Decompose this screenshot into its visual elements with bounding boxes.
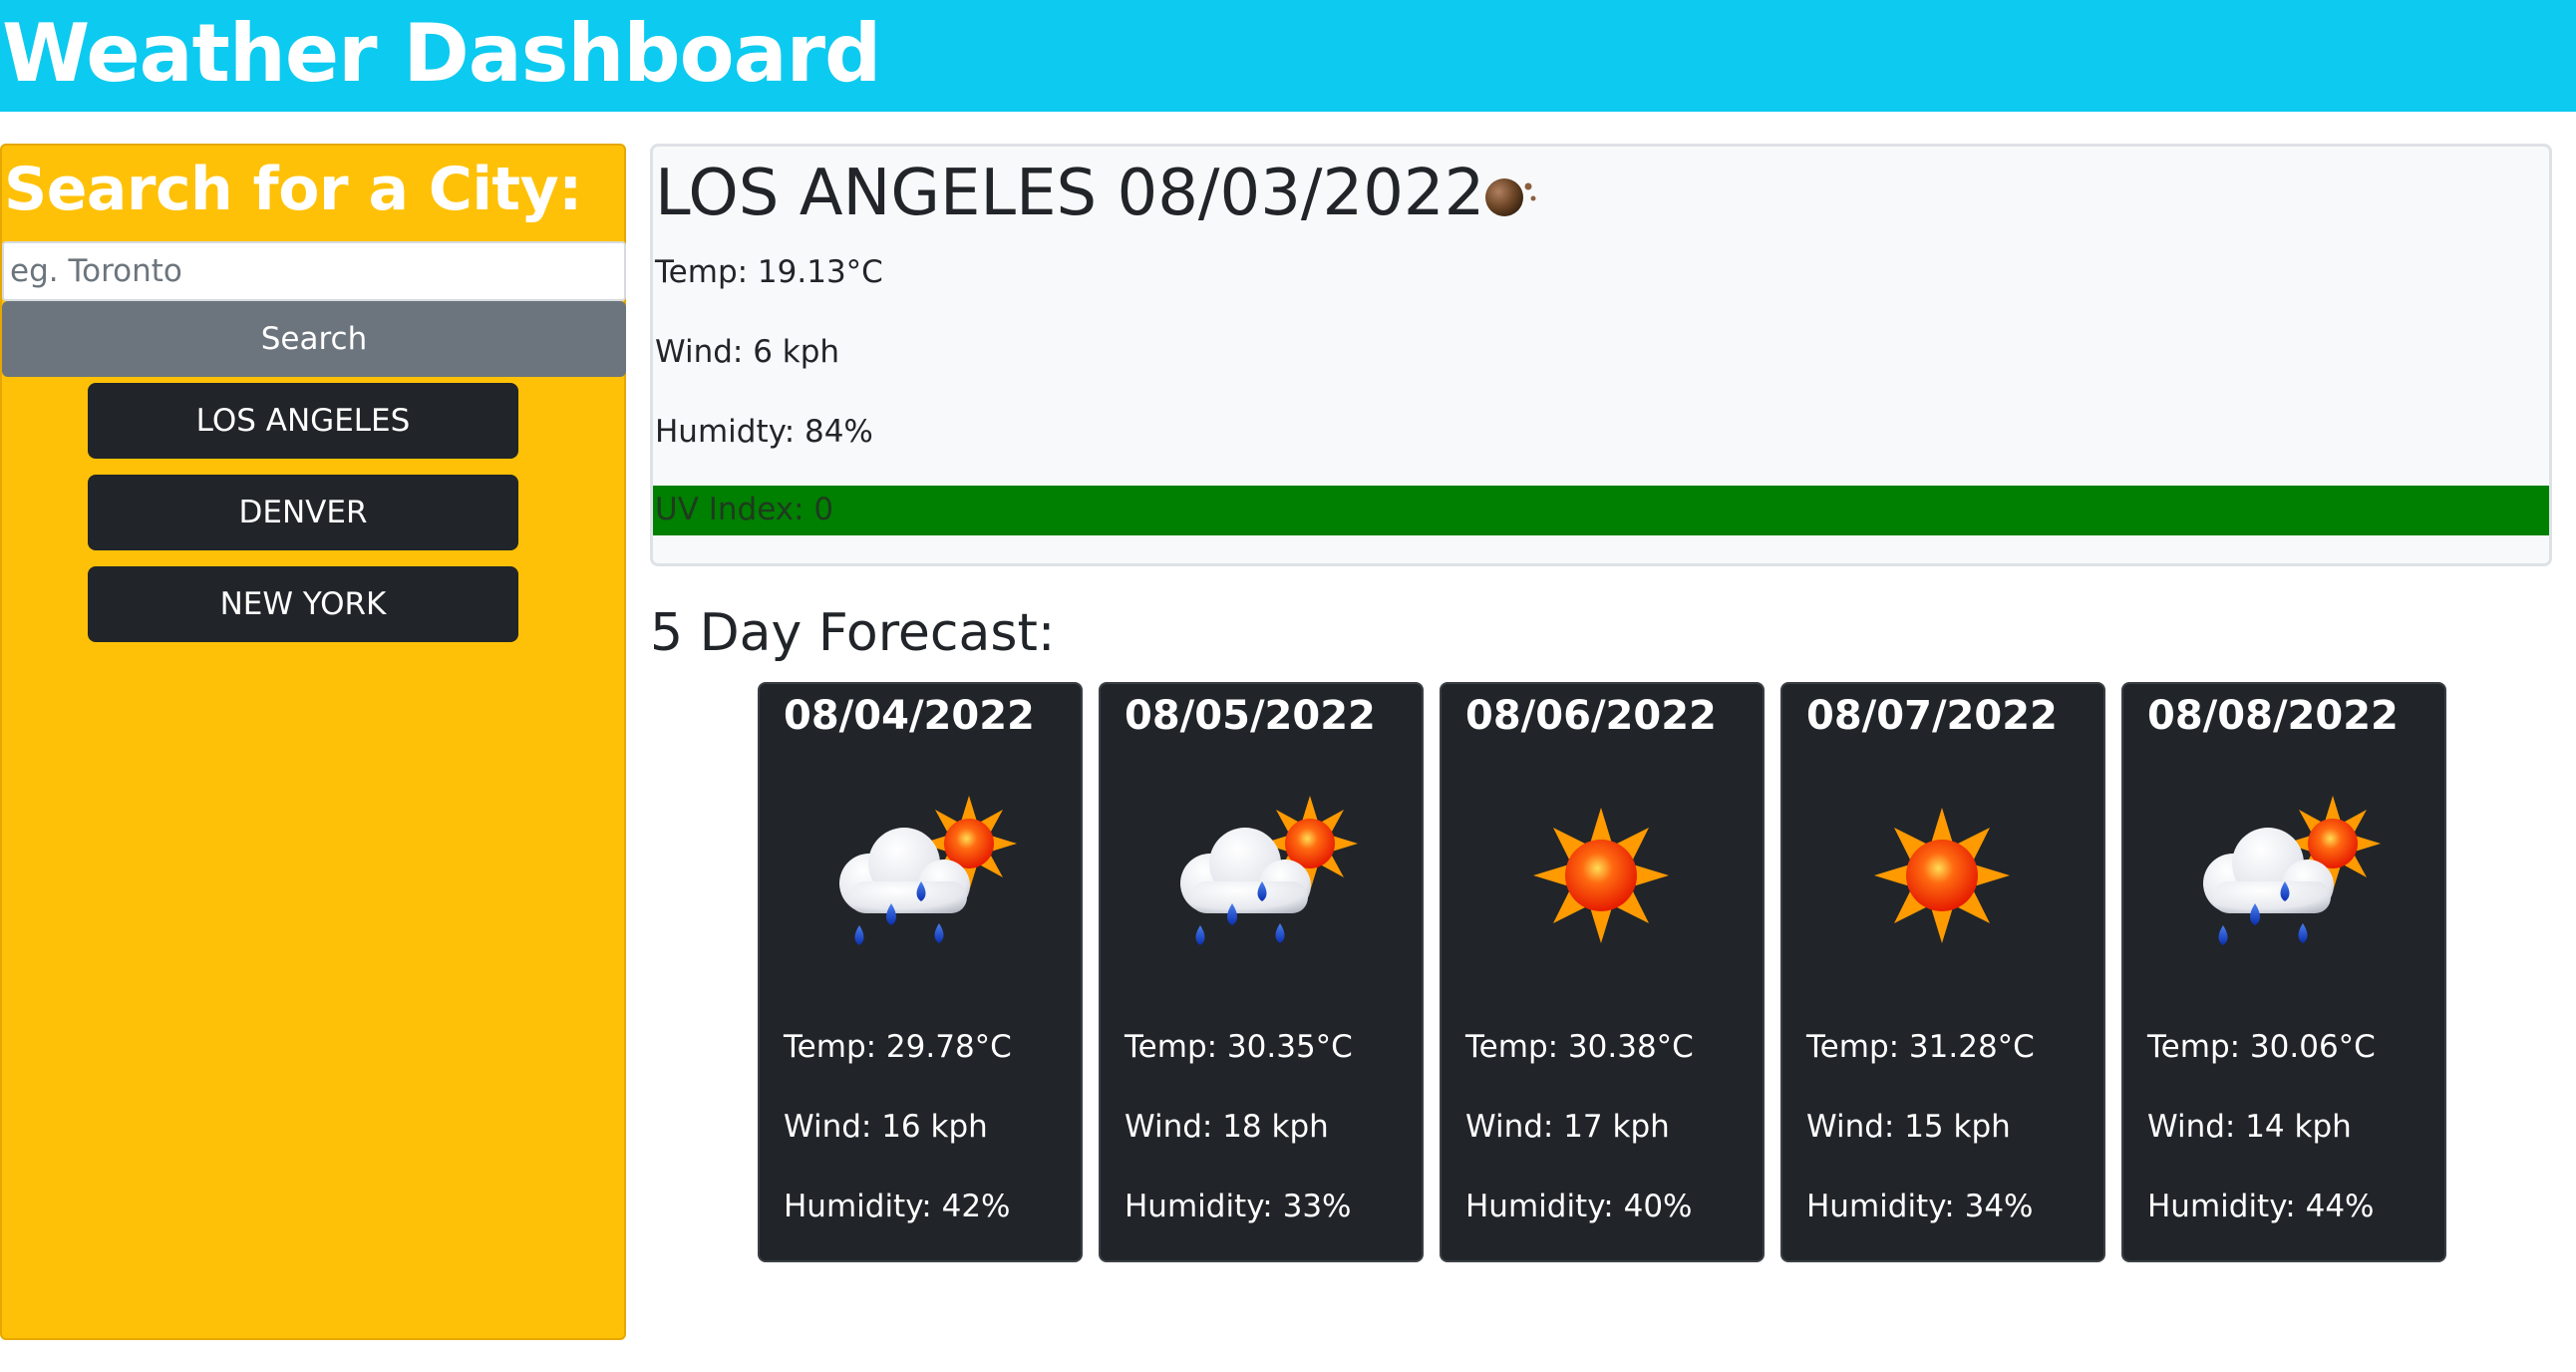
search-sidebar: Search for a City: Search LOS ANGELES DE… bbox=[0, 144, 626, 1340]
forecast-card: 08/05/2022 Temp: 30.35°C Wind: 18 kph Hu… bbox=[1099, 682, 1424, 1262]
current-city-date: LOS ANGELES 08/03/2022 bbox=[655, 157, 1485, 230]
sun-cloud-rain-icon bbox=[2203, 796, 2381, 945]
forecast-wind: Wind: 16 kph bbox=[784, 1109, 988, 1145]
forecast-date: 08/04/2022 bbox=[784, 693, 1035, 739]
forecast-date: 08/08/2022 bbox=[2147, 693, 2399, 739]
forecast-date: 08/05/2022 bbox=[1125, 693, 1376, 739]
forecast-temp: Temp: 30.35°C bbox=[1125, 1029, 1353, 1065]
current-wind: Wind: 6 kph bbox=[655, 334, 840, 370]
sun-icon bbox=[1874, 808, 2010, 943]
forecast-wind: Wind: 17 kph bbox=[1465, 1109, 1670, 1145]
history-button-los-angeles[interactable]: LOS ANGELES bbox=[88, 383, 518, 459]
history-button-denver[interactable]: DENVER bbox=[88, 475, 518, 550]
forecast-heading: 5 Day Forecast: bbox=[650, 603, 1056, 663]
uv-index-label: UV Index: 0 bbox=[655, 492, 834, 527]
current-weather-card: LOS ANGELES 08/03/2022 Temp: 19.13°C Win… bbox=[650, 144, 2552, 566]
forecast-temp: Temp: 30.38°C bbox=[1465, 1029, 1694, 1065]
current-humidity: Humidty: 84% bbox=[655, 414, 873, 450]
forecast-temp: Temp: 29.78°C bbox=[784, 1029, 1012, 1065]
forecast-humidity: Humidity: 34% bbox=[1806, 1189, 2034, 1224]
haze-icon bbox=[1485, 178, 1536, 216]
sun-cloud-rain-icon bbox=[839, 796, 1017, 945]
forecast-humidity: Humidity: 33% bbox=[1125, 1189, 1352, 1224]
sun-icon bbox=[1533, 808, 1669, 943]
current-temp: Temp: 19.13°C bbox=[655, 254, 883, 290]
forecast-temp: Temp: 31.28°C bbox=[1806, 1029, 2035, 1065]
forecast-date: 08/06/2022 bbox=[1465, 693, 1717, 739]
city-search-input[interactable] bbox=[2, 241, 626, 301]
search-button[interactable]: Search bbox=[2, 301, 626, 377]
search-heading: Search for a City: bbox=[4, 155, 582, 224]
history-button-new-york[interactable]: NEW YORK bbox=[88, 566, 518, 642]
forecast-wind: Wind: 14 kph bbox=[2147, 1109, 2352, 1145]
forecast-humidity: Humidity: 42% bbox=[784, 1189, 1011, 1224]
forecast-card: 08/08/2022 Temp: 30.06°C Wind: 14 kph Hu… bbox=[2121, 682, 2446, 1262]
forecast-temp: Temp: 30.06°C bbox=[2147, 1029, 2376, 1065]
forecast-humidity: Humidity: 44% bbox=[2147, 1189, 2375, 1224]
forecast-wind: Wind: 15 kph bbox=[1806, 1109, 2011, 1145]
forecast-card: 08/06/2022 Temp: 30.38°C Wind: 17 kph Hu… bbox=[1440, 682, 1765, 1262]
forecast-wind: Wind: 18 kph bbox=[1125, 1109, 1329, 1145]
forecast-date: 08/07/2022 bbox=[1806, 693, 2058, 739]
uv-index-bar: UV Index: 0 bbox=[653, 486, 2549, 535]
forecast-humidity: Humidity: 40% bbox=[1465, 1189, 1693, 1224]
header-bar: Weather Dashboard bbox=[0, 0, 2576, 112]
forecast-card: 08/07/2022 Temp: 31.28°C Wind: 15 kph Hu… bbox=[1780, 682, 2105, 1262]
forecast-card: 08/04/2022 Temp: 29.78°C Wind: 16 kph Hu… bbox=[758, 682, 1083, 1262]
page-title: Weather Dashboard bbox=[2, 7, 881, 100]
sun-cloud-rain-icon bbox=[1180, 796, 1358, 945]
